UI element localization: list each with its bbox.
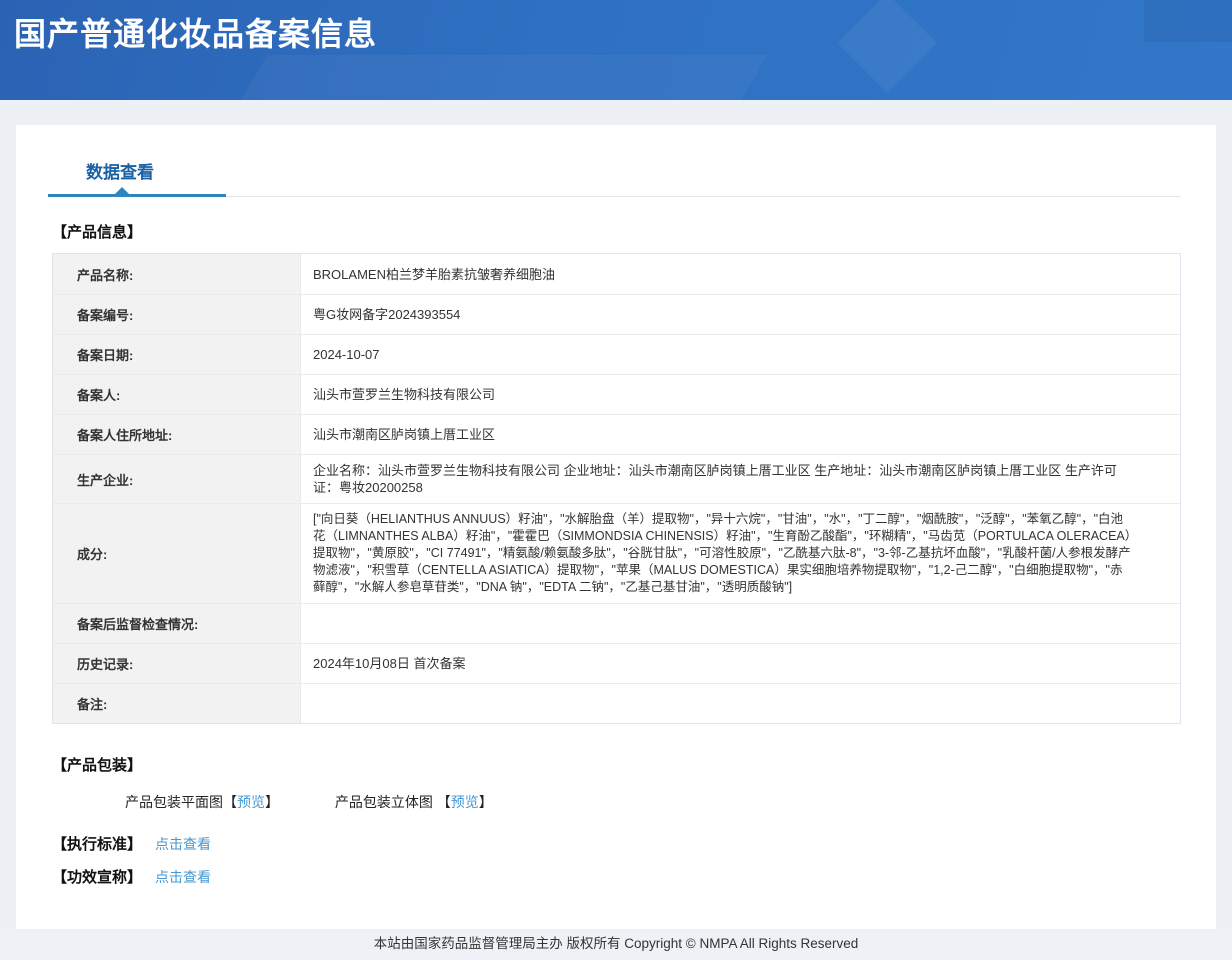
header-decoration bbox=[1144, 0, 1232, 42]
exec-standard-row: 【执行标准】 点击查看 bbox=[52, 833, 1181, 854]
row-value: 汕头市萱罗兰生物科技有限公司 bbox=[313, 387, 496, 402]
row-label: 备案人住所地址: bbox=[53, 415, 301, 454]
efficacy-heading: 【功效宣称】 bbox=[52, 869, 143, 886]
tab-data-view[interactable]: 数据查看 bbox=[86, 158, 154, 183]
content-card: 数据查看 【产品信息】 产品名称: BROLAMEN柏兰梦羊胎素抗皱奢养细胞油 … bbox=[16, 125, 1216, 929]
row-value: 企业名称：汕头市萱罗兰生物科技有限公司 企业地址：汕头市潮南区胪岗镇上厝工业区 … bbox=[313, 463, 1117, 495]
package-flat-item: 产品包装平面图【预览】 bbox=[125, 792, 279, 812]
exec-standard-view-link[interactable]: 点击查看 bbox=[155, 834, 211, 854]
package-stereo-label-close: 】 bbox=[478, 794, 493, 810]
header-decoration bbox=[837, 0, 937, 93]
row-label: 生产企业: bbox=[53, 455, 301, 503]
tab-strip bbox=[48, 187, 1181, 197]
efficacy-row: 【功效宣称】 点击查看 bbox=[52, 866, 1181, 887]
footer: 本站由国家药品监督管理局主办 版权所有 Copyright © NMPA All… bbox=[0, 929, 1232, 960]
row-product-name: 产品名称: BROLAMEN柏兰梦羊胎素抗皱奢养细胞油 bbox=[53, 254, 1180, 294]
page-title: 国产普通化妆品备案信息 bbox=[14, 16, 378, 52]
row-value bbox=[301, 684, 1180, 723]
row-ingredients: 成分: ["向日葵（HELIANTHUS ANNUUS）籽油"，"水解胎盘（羊）… bbox=[53, 503, 1180, 603]
row-label: 备案编号: bbox=[53, 295, 301, 334]
efficacy-view-link[interactable]: 点击查看 bbox=[155, 867, 211, 887]
package-flat-preview-link[interactable]: 预览 bbox=[237, 794, 265, 810]
row-value: 2024年10月08日 首次备案 bbox=[313, 656, 466, 671]
tab-active-indicator bbox=[48, 187, 226, 197]
page: 国产普通化妆品备案信息 数据查看 【产品信息】 产品名称: BROLAMEN柏兰… bbox=[0, 0, 1232, 960]
row-label: 成分: bbox=[53, 504, 301, 603]
row-label: 备案日期: bbox=[53, 335, 301, 374]
package-stereo-item: 产品包装立体图 【预览】 bbox=[335, 792, 493, 812]
row-post-filing-supervision: 备案后监督检查情况: bbox=[53, 603, 1180, 643]
row-remarks: 备注: bbox=[53, 683, 1180, 723]
row-label: 产品名称: bbox=[53, 254, 301, 294]
row-value: 汕头市潮南区胪岗镇上厝工业区 bbox=[313, 427, 496, 442]
row-filer: 备案人: 汕头市萱罗兰生物科技有限公司 bbox=[53, 374, 1180, 414]
row-value: ["向日葵（HELIANTHUS ANNUUS）籽油"，"水解胎盘（羊）提取物"… bbox=[313, 512, 1132, 594]
package-flat-label-close: 】 bbox=[265, 794, 279, 810]
row-filing-number: 备案编号: 粤G妆网备字2024393554 bbox=[53, 294, 1180, 334]
package-line: 产品包装平面图【预览】 产品包装立体图 【预览】 bbox=[52, 792, 1181, 812]
product-info-heading: 【产品信息】 bbox=[52, 224, 143, 241]
row-value: BROLAMEN柏兰梦羊胎素抗皱奢养细胞油 bbox=[313, 266, 555, 282]
header-decoration bbox=[232, 55, 768, 100]
row-manufacturer: 生产企业: 企业名称：汕头市萱罗兰生物科技有限公司 企业地址：汕头市潮南区胪岗镇… bbox=[53, 454, 1180, 503]
row-label: 备案人: bbox=[53, 375, 301, 414]
exec-standard-heading: 【执行标准】 bbox=[52, 836, 143, 853]
row-value bbox=[301, 604, 1180, 643]
row-value: 粤G妆网备字2024393554 bbox=[313, 307, 461, 322]
row-value: 2024-10-07 bbox=[313, 347, 380, 362]
header-banner: 国产普通化妆品备案信息 bbox=[0, 0, 1232, 100]
row-filer-address: 备案人住所地址: 汕头市潮南区胪岗镇上厝工业区 bbox=[53, 414, 1180, 454]
package-flat-label: 产品包装平面图【 bbox=[125, 794, 237, 810]
row-filing-date: 备案日期: 2024-10-07 bbox=[53, 334, 1180, 374]
package-stereo-preview-link[interactable]: 预览 bbox=[451, 794, 479, 810]
tab-active-triangle bbox=[114, 187, 130, 195]
row-label: 历史记录: bbox=[53, 644, 301, 683]
row-label: 备案后监督检查情况: bbox=[53, 604, 301, 643]
row-label: 备注: bbox=[53, 684, 301, 723]
product-info-table: 产品名称: BROLAMEN柏兰梦羊胎素抗皱奢养细胞油 备案编号: 粤G妆网备字… bbox=[52, 253, 1181, 724]
package-stereo-label: 产品包装立体图 【 bbox=[334, 794, 451, 810]
row-history: 历史记录: 2024年10月08日 首次备案 bbox=[53, 643, 1180, 683]
tab-bar: 数据查看 bbox=[52, 125, 1181, 183]
package-heading: 【产品包装】 bbox=[52, 757, 143, 774]
